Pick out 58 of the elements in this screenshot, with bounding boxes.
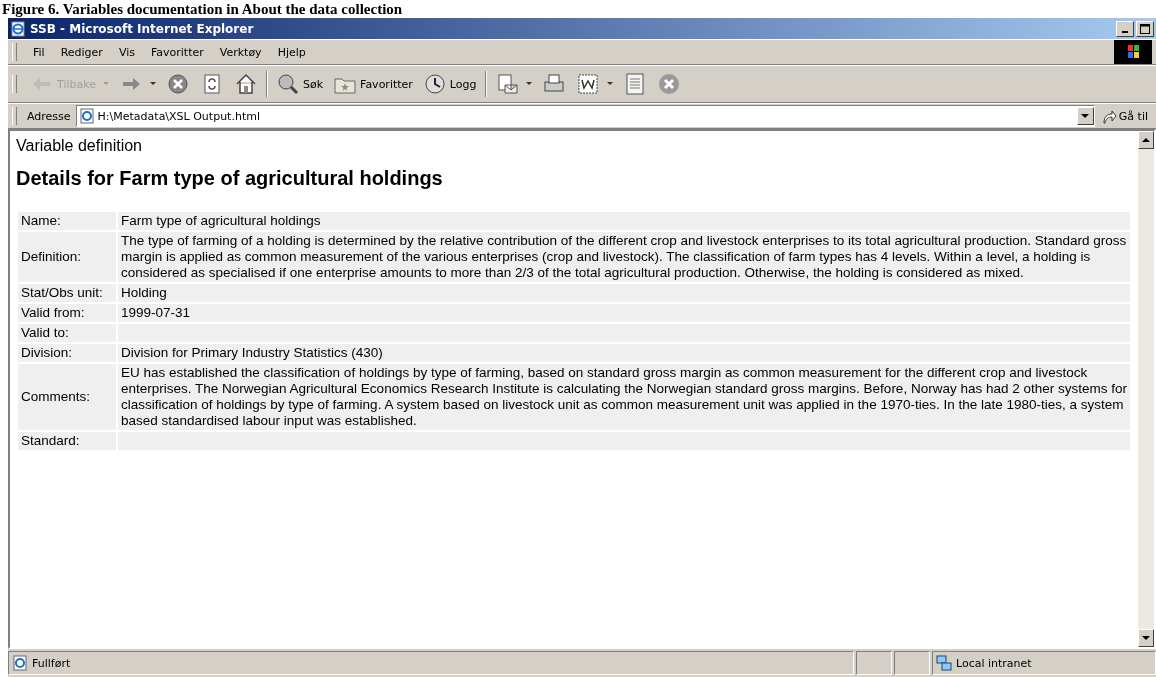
menu-item[interactable]: Verktøy <box>211 45 270 59</box>
document-icon <box>575 72 600 96</box>
go-button[interactable]: Gå til <box>1096 108 1152 124</box>
network-icon <box>936 655 952 671</box>
window-title: SSB - Microsoft Internet Explorer <box>30 21 254 36</box>
caret-icon <box>606 82 613 86</box>
menu-item[interactable]: Vis <box>110 45 143 59</box>
history-button[interactable]: Logg <box>417 72 482 96</box>
maximize-icon <box>1140 23 1150 34</box>
caret-icon <box>102 82 109 86</box>
field-value: The type of farming of a holding is determined by the relative contribution of the different crop and livestock enterprises to its total agricultural production. Standard gross margin is applied as common measurement of the various enterprises (crop and livestock). The classification of farm types has 4 levels. Within a level, a holding is considered as specialised if one enterprise amounts to more than 2/3 of the total agricultural production. Otherwise, the holding is considered as mixed. <box>118 232 1130 282</box>
windows-logo-icon <box>1114 40 1152 64</box>
field-label: Valid to: <box>18 324 116 342</box>
field-label: Comments: <box>18 364 116 430</box>
browser-icon <box>10 20 26 37</box>
status-pane <box>894 651 930 675</box>
menu-item[interactable]: Hjelp <box>269 45 314 59</box>
field-value: Division for Primary Industry Statistics (430) <box>118 344 1130 362</box>
menu-item[interactable]: Fil <box>25 45 53 59</box>
address-label: Adresse <box>27 109 72 123</box>
field-label: Division: <box>18 344 116 362</box>
field-value: EU has established the classification of holdings by type of farming, based on standard gross margin as common measurement for the different crop and livestock enterprises. The Norwegian Agricultural Economics Research Institute is calculating the Norwegian standard gross margins. Before, Norway has had 2 other systems for classification of holdings by type of farming. A system based on livestock unit as common measurement unit was applied in the 1970-ties. In the late 1980-ties, a system based standardised labour input was established. <box>118 364 1130 430</box>
caret-icon <box>525 82 532 86</box>
field-label: Standard: <box>18 432 116 450</box>
page-icon <box>78 108 95 124</box>
stop-icon <box>165 72 190 96</box>
status-pane <box>856 651 892 675</box>
dropdown-button[interactable] <box>1076 107 1094 125</box>
field-label: Valid from: <box>18 304 116 322</box>
minimize-icon <box>1122 30 1128 33</box>
caret-icon <box>149 82 156 86</box>
status-text: Fullført <box>32 656 71 670</box>
caret-icon <box>1081 114 1090 118</box>
minimize-button[interactable] <box>1116 20 1134 37</box>
page-subtitle: Variable definition <box>16 137 143 155</box>
up-arrow-icon <box>1142 138 1150 142</box>
page-icon <box>12 655 28 671</box>
field-label: Stat/Obs unit: <box>18 284 116 302</box>
figure-caption: Figure 6. Variables documentation in About the data collection <box>1 0 404 18</box>
menu-item[interactable]: Favoritter <box>142 45 212 59</box>
menu-item[interactable]: Rediger <box>52 45 111 59</box>
field-value: Holding <box>118 284 1130 302</box>
maximize-button[interactable] <box>1136 20 1154 37</box>
clock-icon <box>422 72 447 96</box>
field-label: Name: <box>18 212 116 230</box>
curved-arrow-icon <box>1100 108 1117 124</box>
down-arrow-icon <box>1142 636 1150 640</box>
page-heading: Details for Farm type of agricultural holdings <box>16 167 444 190</box>
address-field[interactable]: H:\Metadata\XSL Output.html <box>75 105 1095 127</box>
circle-x-icon <box>656 72 681 96</box>
zone-text: Local intranet <box>956 656 1032 670</box>
field-value: 1999-07-31 <box>118 304 1130 322</box>
scrollbar[interactable] <box>1138 131 1154 647</box>
field-value: Farm type of agricultural holdings <box>118 212 1130 230</box>
field-label: Definition: <box>18 232 116 282</box>
favorites-button[interactable]: Favoritter <box>328 72 418 96</box>
search-icon <box>275 72 300 96</box>
search-button[interactable]: Søk <box>270 72 329 96</box>
